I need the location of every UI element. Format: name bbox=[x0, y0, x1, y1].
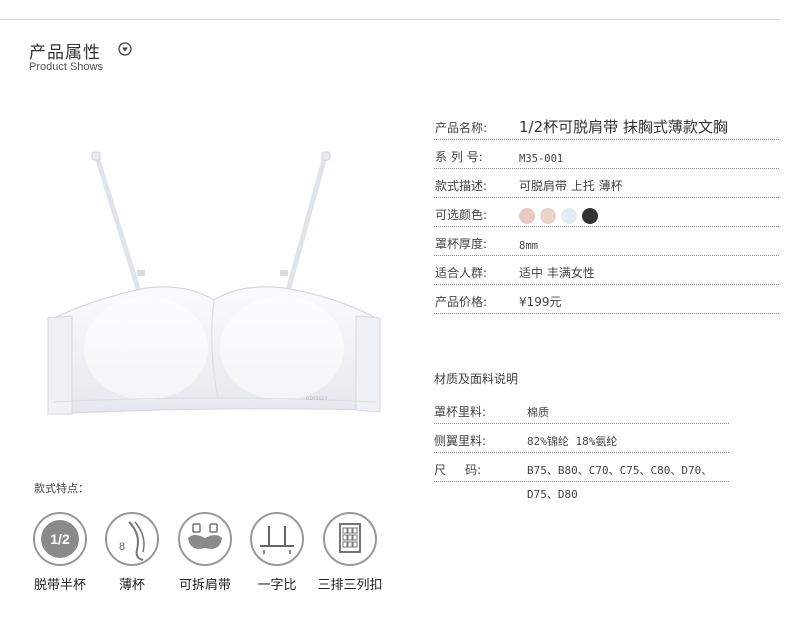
series-number: M35-001 bbox=[519, 153, 564, 165]
spec-row-series: 系 列 号: M35-001 bbox=[434, 141, 779, 169]
spec-row-colors: 可选颜色: bbox=[434, 199, 779, 227]
spec-label: 产品名称: bbox=[435, 121, 488, 135]
material-label: 罩杯里料: bbox=[434, 405, 487, 419]
material-row-cup: 罩杯里料: 棉质 bbox=[434, 396, 729, 424]
target-audience: 适中 丰满女性 bbox=[519, 266, 595, 280]
feature-label: 薄杯 bbox=[118, 578, 145, 593]
color-swatch-4[interactable] bbox=[582, 208, 598, 224]
feature-label: 一字比 bbox=[257, 578, 297, 593]
spec-label: 罩杯厚度: bbox=[435, 237, 488, 251]
top-divider bbox=[0, 19, 780, 20]
materials-title: 材质及面料说明 bbox=[434, 372, 519, 386]
material-row-wing: 侧翼里料: 82%锦纶 18%氨纶 bbox=[434, 425, 729, 453]
half-cup-icon: 1/2 bbox=[33, 512, 87, 566]
size-list: B75、B80、C70、C75、C80、D70、 bbox=[527, 464, 713, 477]
feature-detachable-strap: 可拆肩带 bbox=[170, 512, 240, 593]
color-swatches bbox=[519, 208, 603, 224]
spec-label: 适合人群: bbox=[435, 266, 488, 280]
spec-row-price: 产品价格: ¥199元 bbox=[434, 286, 779, 314]
spec-label: 系 列 号: bbox=[435, 150, 483, 164]
wing-material: 82%锦纶 18%氨纶 bbox=[527, 435, 618, 448]
section-subtitle: Product Shows bbox=[29, 61, 103, 73]
product-price: ¥199元 bbox=[519, 295, 562, 309]
feature-straight-back: 一字比 bbox=[242, 512, 312, 593]
material-label: 尺 码: bbox=[434, 463, 482, 477]
style-description: 可脱肩带 上托 薄杯 bbox=[519, 179, 623, 193]
spec-label: 可选颜色: bbox=[435, 208, 488, 222]
spec-row-name: 产品名称: 1/2杯可脱肩带 抹胸式薄款文胸 bbox=[434, 112, 779, 140]
half-cup-icon-text: 1/2 bbox=[50, 531, 70, 547]
spec-table: 产品名称: 1/2杯可脱肩带 抹胸式薄款文胸 系 列 号: M35-001 款式… bbox=[434, 112, 779, 315]
thin-cup-icon-text: 8 bbox=[119, 541, 125, 553]
product-name: 1/2杯可脱肩带 抹胸式薄款文胸 bbox=[519, 118, 728, 136]
straight-back-icon bbox=[250, 512, 304, 566]
feature-hook-grid: 三排三列扣 bbox=[315, 512, 385, 593]
feature-label: 脱带半杯 bbox=[33, 578, 86, 593]
section-title: 产品属性 bbox=[29, 43, 101, 63]
hook-grid-icon bbox=[323, 512, 377, 566]
color-swatch-3[interactable] bbox=[561, 208, 577, 224]
cup-thickness: 8mm bbox=[519, 240, 538, 252]
thin-cup-icon: 8 bbox=[105, 512, 159, 566]
product-image bbox=[47, 151, 381, 415]
chevron-circle-down-icon[interactable] bbox=[118, 42, 132, 56]
material-row-size: 尺 码: B75、B80、C70、C75、C80、D70、 bbox=[434, 454, 729, 482]
spec-row-thickness: 罩杯厚度: 8mm bbox=[434, 228, 779, 256]
detachable-strap-icon bbox=[178, 512, 232, 566]
color-swatch-2[interactable] bbox=[540, 208, 556, 224]
features-title: 款式特点： bbox=[34, 482, 89, 495]
color-swatch-1[interactable] bbox=[519, 208, 535, 224]
feature-label: 可拆肩带 bbox=[178, 578, 231, 593]
feature-thin-cup: 8 薄杯 bbox=[97, 512, 167, 593]
materials-table: 罩杯里料: 棉质 侧翼里料: 82%锦纶 18%氨纶 尺 码: B75、B80、… bbox=[434, 396, 729, 483]
brand-tag: ODYSSEY bbox=[306, 396, 329, 401]
size-list-continued: D75、D80 bbox=[527, 488, 578, 501]
feature-label: 三排三列扣 bbox=[317, 578, 383, 593]
spec-row-audience: 适合人群: 适中 丰满女性 bbox=[434, 257, 779, 285]
spec-label: 产品价格: bbox=[435, 295, 488, 309]
material-label: 侧翼里料: bbox=[434, 434, 487, 448]
cup-material: 棉质 bbox=[527, 406, 549, 419]
spec-row-style: 款式描述: 可脱肩带 上托 薄杯 bbox=[434, 170, 779, 198]
spec-label: 款式描述: bbox=[435, 179, 488, 193]
feature-half-cup: 1/2 脱带半杯 bbox=[25, 512, 95, 593]
